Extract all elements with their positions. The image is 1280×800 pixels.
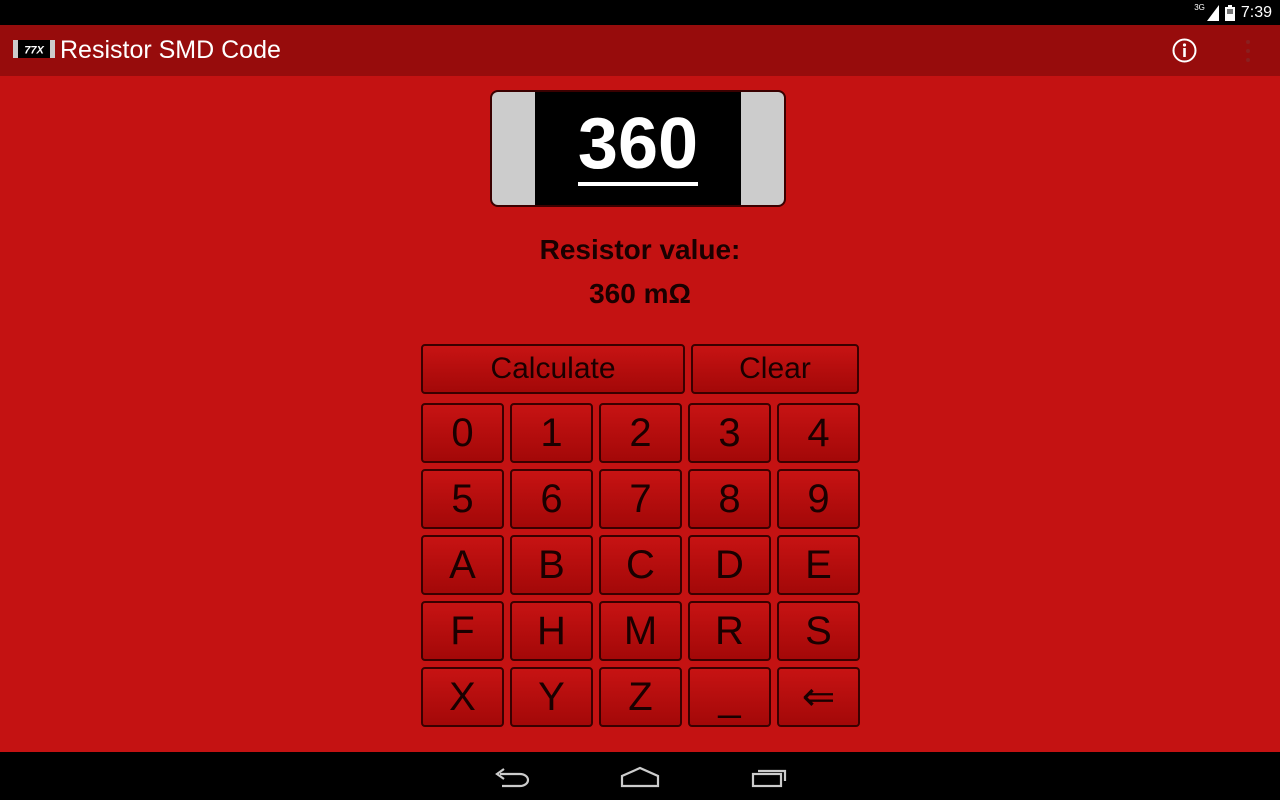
calculate-button[interactable]: Calculate (421, 344, 685, 394)
battery-icon (1224, 4, 1235, 21)
key-f[interactable]: F (421, 601, 504, 661)
clock: 7:39 (1240, 3, 1272, 21)
key-m[interactable]: M (599, 601, 682, 661)
smd-resistor-chip: 360 (490, 90, 786, 207)
key-9[interactable]: 9 (777, 469, 860, 529)
back-icon[interactable] (494, 766, 530, 788)
key-e[interactable]: E (777, 535, 860, 595)
chip-left-terminal (492, 92, 535, 205)
chip-code-text: 360 (577, 103, 699, 186)
key-5[interactable]: 5 (421, 469, 504, 529)
key-h[interactable]: H (510, 601, 593, 661)
app-title: Resistor SMD Code (60, 36, 281, 64)
status-icons: 3G 7:39 (1194, 0, 1272, 25)
key-z[interactable]: Z (599, 667, 682, 727)
key-r[interactable]: R (688, 601, 771, 661)
chip-code-display: 360 (535, 92, 741, 205)
key-y[interactable]: Y (510, 667, 593, 727)
key-backspace[interactable]: ⇐ (777, 667, 860, 727)
recent-apps-icon[interactable] (750, 766, 788, 788)
key-6[interactable]: 6 (510, 469, 593, 529)
result-label: Resistor value: (539, 234, 741, 265)
key-underscore[interactable]: _ (688, 667, 771, 727)
key-2[interactable]: 2 (599, 403, 682, 463)
home-icon[interactable] (620, 766, 660, 788)
network-type: 3G (1194, 3, 1205, 12)
key-b[interactable]: B (510, 535, 593, 595)
result-value: 360 mΩ (589, 278, 691, 309)
overflow-menu-icon[interactable] (1244, 38, 1252, 64)
key-c[interactable]: C (599, 535, 682, 595)
chip-right-terminal (741, 92, 784, 205)
key-x[interactable]: X (421, 667, 504, 727)
action-bar: 77X Resistor SMD Code (0, 25, 1280, 76)
key-0[interactable]: 0 (421, 403, 504, 463)
app-logo-icon: 77X (13, 40, 55, 58)
key-a[interactable]: A (421, 535, 504, 595)
key-d[interactable]: D (688, 535, 771, 595)
navigation-bar (0, 752, 1280, 800)
clear-button[interactable]: Clear (691, 344, 859, 394)
key-s[interactable]: S (777, 601, 860, 661)
signal-icon (1206, 4, 1219, 21)
app-logo-text: 77X (24, 45, 44, 57)
status-bar: 3G 7:39 (0, 0, 1280, 25)
info-icon[interactable] (1172, 38, 1197, 63)
key-1[interactable]: 1 (510, 403, 593, 463)
key-7[interactable]: 7 (599, 469, 682, 529)
key-4[interactable]: 4 (777, 403, 860, 463)
key-3[interactable]: 3 (688, 403, 771, 463)
key-8[interactable]: 8 (688, 469, 771, 529)
